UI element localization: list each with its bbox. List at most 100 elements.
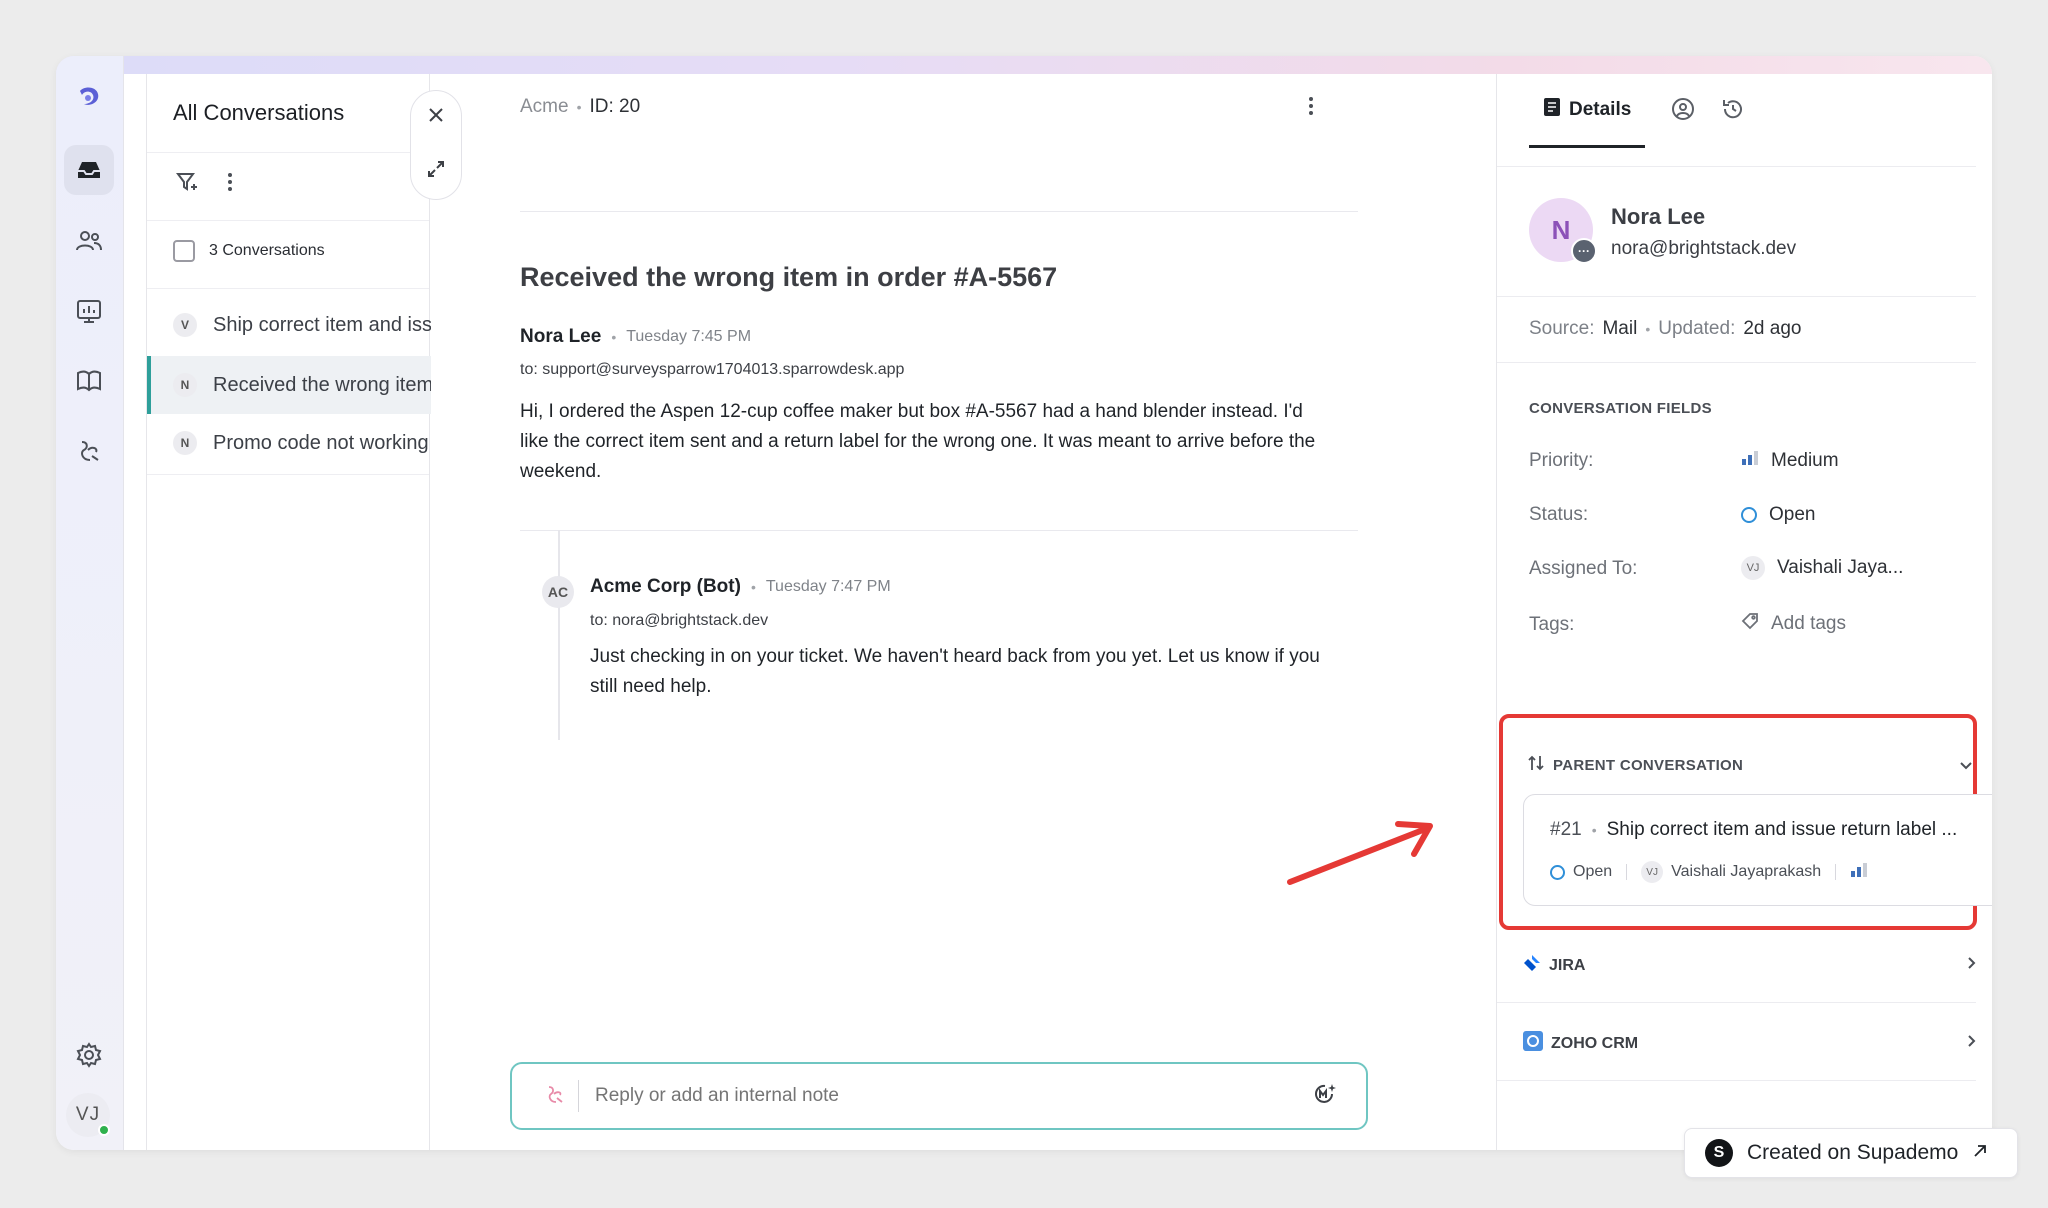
assignee-name: Vaishali Jaya...	[1777, 557, 1904, 578]
settings-gear-icon[interactable]	[64, 1030, 114, 1080]
parent-link-icon	[1527, 754, 1545, 777]
fields-section-title: CONVERSATION FIELDS	[1529, 400, 1712, 417]
message-line: still need help.	[590, 676, 712, 697]
contact-email: nora@brightstack.dev	[1611, 238, 1797, 259]
tab-details[interactable]: Details	[1529, 74, 1646, 148]
conversation-list-panel: All Conversations 3 Conversations V Ship…	[146, 74, 431, 1150]
assigned-value[interactable]: VJ Vaishali Jaya...	[1741, 556, 1903, 580]
divider	[1497, 166, 1976, 167]
select-all-checkbox[interactable]	[173, 240, 195, 262]
parent-conversation-header[interactable]: PARENT CONVERSATION	[1527, 754, 1743, 777]
reply-input[interactable]	[595, 1085, 1312, 1107]
zoho-crm-label: ZOHO CRM	[1551, 1034, 1639, 1052]
app-logo-icon[interactable]	[64, 72, 114, 122]
knowledge-base-icon[interactable]	[64, 356, 114, 406]
document-icon	[1543, 97, 1561, 123]
parent-status: Open	[1573, 863, 1613, 880]
status-value[interactable]: Open	[1741, 504, 1815, 526]
chevron-down-icon[interactable]	[1959, 758, 1973, 776]
select-all-row: 3 Conversations	[173, 240, 325, 262]
breadcrumb: Acme • ID: 20	[520, 96, 640, 118]
tab-contact-icon[interactable]	[1671, 97, 1695, 126]
jira-label: JIRA	[1549, 956, 1586, 974]
parent-card-meta: Open VJ Vaishali Jayaprakash	[1550, 861, 1868, 883]
app-window: VJ All Conversations 3 Conversations V S…	[56, 56, 1992, 1150]
contact-initial: N	[1551, 214, 1571, 245]
divider	[520, 530, 1358, 531]
assignee-avatar: VJ	[1741, 556, 1765, 580]
message-line: like the correct item sent and a return …	[520, 431, 1316, 452]
more-options-icon[interactable]	[227, 172, 233, 197]
separator-dot: •	[611, 329, 617, 345]
status-label: Status:	[1529, 504, 1589, 525]
separator-dot: •	[1645, 321, 1651, 337]
conversation-panel: Acme • ID: 20 Received the wrong item in…	[430, 74, 1496, 1150]
integration-zoho-crm[interactable]: ZOHO CRM	[1523, 1031, 1977, 1056]
list-item[interactable]: N Promo code not working	[147, 414, 431, 472]
assigned-label: Assigned To:	[1529, 558, 1638, 579]
tab-details-label: Details	[1569, 98, 1632, 120]
divider	[147, 288, 429, 289]
contact-avatar: N ···	[1529, 198, 1597, 264]
source-line: Source: Mail • Updated: 2d ago	[1529, 318, 1801, 340]
automation-icon[interactable]	[64, 426, 114, 476]
user-avatar-initials: VJ	[75, 1104, 101, 1125]
message-header: Acme Corp (Bot) • Tuesday 7:47 PM	[590, 576, 891, 598]
priority-label: Priority:	[1529, 450, 1594, 471]
message-sender: Acme Corp (Bot)	[590, 576, 741, 597]
conversation-title: Promo code not working	[213, 431, 429, 454]
supademo-badge[interactable]: S Created on Supademo	[1684, 1128, 2018, 1178]
reply-box[interactable]	[510, 1062, 1368, 1130]
add-tags-button[interactable]: Add tags	[1741, 612, 1846, 636]
parent-assignee: Vaishali Jayaprakash	[1671, 863, 1822, 880]
jira-icon	[1523, 954, 1541, 977]
divider	[1497, 362, 1976, 363]
list-item-active[interactable]: N Received the wrong item	[147, 356, 431, 414]
list-title: All Conversations	[173, 100, 345, 125]
tab-history-icon[interactable]	[1721, 97, 1745, 126]
supademo-text: Created on Supademo	[1747, 1141, 1959, 1164]
conversation-title: Received the wrong item	[213, 373, 431, 396]
integration-label: JIRA	[1523, 954, 1585, 977]
divider	[1497, 1080, 1976, 1081]
sparrow-icon[interactable]	[544, 1083, 566, 1110]
conversation-id: ID: 20	[589, 96, 641, 117]
ai-assist-icon[interactable]	[1312, 1081, 1338, 1112]
external-link-icon	[1972, 1143, 1988, 1164]
status-text: Open	[1769, 504, 1816, 525]
priority-text: Medium	[1771, 450, 1839, 471]
contacts-icon[interactable]	[64, 216, 114, 266]
conversation-count: 3 Conversations	[209, 242, 325, 259]
conversation-menu-icon[interactable]	[1308, 96, 1314, 121]
priority-bars-icon	[1741, 450, 1759, 472]
open-status-icon	[1550, 864, 1565, 880]
tag-icon	[1741, 612, 1759, 636]
zoho-crm-icon	[1523, 1031, 1543, 1056]
divider	[578, 1080, 579, 1112]
chevron-right-icon	[1967, 1034, 1977, 1053]
filter-icon[interactable]	[175, 170, 199, 199]
message-sender: Nora Lee	[520, 326, 602, 347]
tags-label: Tags:	[1529, 614, 1575, 635]
annotation-arrow-icon	[1287, 821, 1433, 885]
reports-icon[interactable]	[64, 286, 114, 336]
window-top-gradient	[56, 56, 1992, 74]
parent-subject: Ship correct item and issue return label…	[1606, 819, 1958, 840]
separator-dot: •	[750, 579, 756, 595]
divider	[1497, 1002, 1976, 1003]
open-status-icon	[1741, 507, 1757, 523]
conversation-avatar: V	[173, 313, 197, 337]
org-name: Acme	[520, 96, 569, 117]
list-item[interactable]: V Ship correct item and iss	[147, 296, 431, 354]
parent-conversation-card[interactable]: #21 • Ship correct item and issue return…	[1523, 794, 1992, 906]
conversation-avatar: N	[173, 373, 197, 397]
integration-label: ZOHO CRM	[1523, 1031, 1638, 1056]
priority-value[interactable]: Medium	[1741, 450, 1839, 472]
source-value: Mail	[1602, 318, 1638, 339]
user-avatar[interactable]: VJ	[66, 1093, 110, 1137]
integration-jira[interactable]: JIRA	[1523, 954, 1977, 977]
message-line: Just checking in on your ticket. We have…	[590, 646, 1320, 667]
source-label: Source:	[1529, 318, 1595, 339]
inbox-icon[interactable]	[64, 145, 114, 195]
contact-name: Nora Lee	[1611, 204, 1706, 229]
